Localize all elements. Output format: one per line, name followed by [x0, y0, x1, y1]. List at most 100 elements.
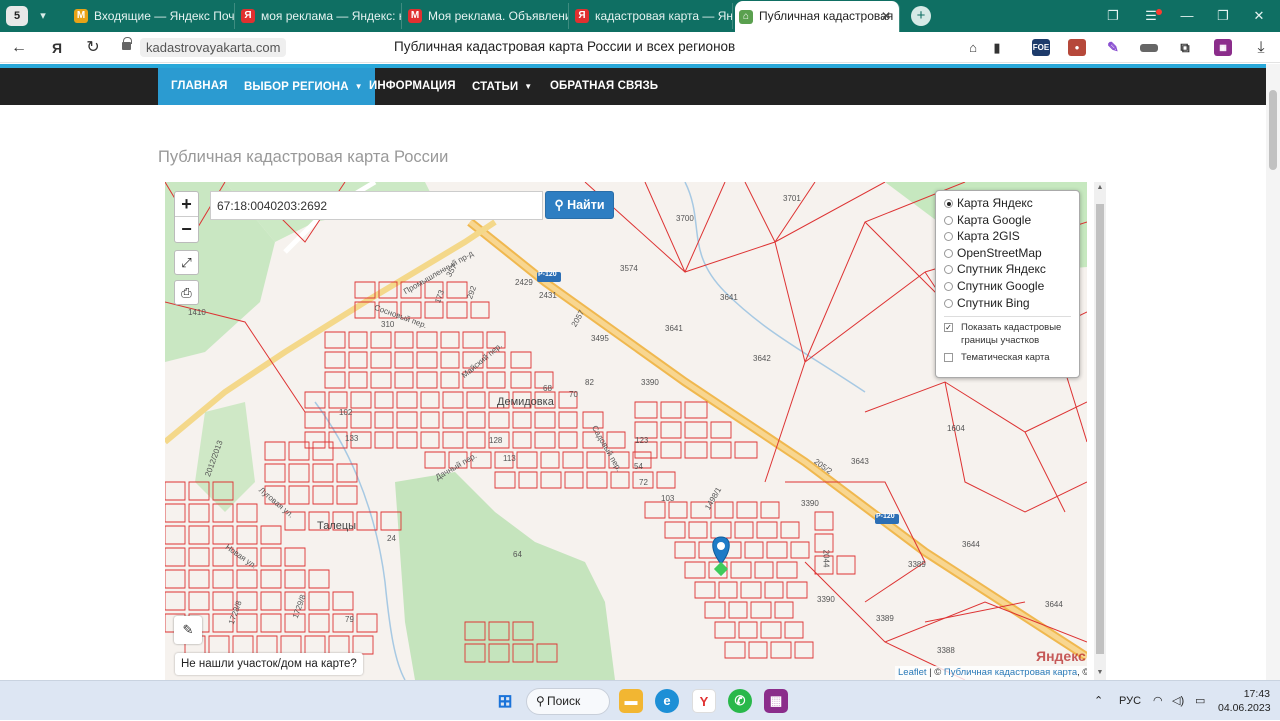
- extension-icon[interactable]: FOE: [1032, 39, 1050, 56]
- mail-favicon-icon: M: [74, 9, 88, 23]
- search-button[interactable]: ⚲ Найти: [545, 191, 614, 219]
- radio[interactable]: [944, 281, 953, 291]
- not-found-link[interactable]: Не нашли участок/дом на карте?: [175, 653, 363, 675]
- parcel-number-label: 3642: [753, 354, 771, 363]
- layer-option-google-satellite[interactable]: Спутник Google: [944, 278, 1071, 295]
- yandex-logo: Яндекс: [1036, 648, 1086, 664]
- map-town-label: Демидовка: [497, 396, 554, 408]
- ruler-icon[interactable]: ✎: [174, 616, 202, 644]
- layer-option-yandex-map[interactable]: Карта Яндекс: [944, 195, 1071, 212]
- parcel-number-label: 3390: [641, 378, 659, 387]
- tab-my-ads[interactable]: М Моя реклама. Объявлени: [404, 3, 569, 29]
- battery-icon[interactable]: ▭: [1195, 681, 1205, 721]
- tab-label: Моя реклама. Объявлени: [428, 9, 569, 23]
- close-tab-icon[interactable]: ✕: [881, 1, 891, 32]
- close-window-button[interactable]: ✕: [1242, 0, 1276, 32]
- nav-region-select[interactable]: Выбор региона ▼: [231, 68, 375, 105]
- scroll-down-icon[interactable]: ▼: [1096, 669, 1104, 676]
- pen-icon[interactable]: ✎: [1104, 39, 1122, 56]
- nav-information[interactable]: Информация: [369, 68, 456, 105]
- parcel-number-label: 64: [513, 550, 522, 559]
- checkbox[interactable]: [944, 353, 953, 363]
- download-icon[interactable]: ⤓: [1250, 37, 1272, 59]
- radio[interactable]: [944, 265, 953, 275]
- nav-home[interactable]: Главная: [158, 68, 241, 105]
- new-tab-button[interactable]: +: [911, 6, 931, 26]
- cadastral-number-input[interactable]: [210, 191, 543, 220]
- layer-switcher: Карта Яндекс Карта Google Карта 2GIS Ope…: [935, 190, 1080, 378]
- radio[interactable]: [944, 215, 953, 225]
- parcel-number-label: 3574: [620, 264, 638, 273]
- extension-icon[interactable]: [1140, 44, 1158, 52]
- yandex-browser-icon[interactable]: Y: [692, 689, 716, 713]
- zoom-out-button[interactable]: −: [175, 217, 198, 242]
- layer-option-bing-satellite[interactable]: Спутник Bing: [944, 295, 1071, 312]
- yandex-home-icon[interactable]: Я: [46, 37, 68, 59]
- archiver-icon[interactable]: ▦: [1214, 39, 1232, 56]
- page-scrollbar[interactable]: [1266, 64, 1280, 680]
- edge-icon[interactable]: e: [655, 689, 679, 713]
- maximize-button[interactable]: ❐: [1206, 0, 1240, 32]
- volume-icon[interactable]: ◁): [1172, 681, 1184, 721]
- taskbar-search[interactable]: ⚲ Поиск: [526, 688, 610, 715]
- cadastral-map[interactable]: Демидовка Талецы Р-120 Р-120 205/2 3700 …: [165, 182, 1087, 680]
- minimize-button[interactable]: —: [1170, 0, 1204, 32]
- site-info-icon[interactable]: ⌂: [962, 37, 984, 59]
- chevron-up-icon[interactable]: ⌃: [1094, 681, 1103, 721]
- back-arrow-icon[interactable]: ←: [8, 37, 30, 59]
- parcel-number-label: 3390: [817, 595, 835, 604]
- file-explorer-icon[interactable]: ▬: [619, 689, 643, 713]
- show-borders-option[interactable]: ✓ Показать кадастровые границы участков: [944, 321, 1071, 347]
- cadastral-map-link[interactable]: Публичная кадастровая карта: [944, 667, 1077, 678]
- windows-taskbar: ⊞ ⚲ Поиск ▬ e Y ✆ ▦ ⌃ РУС ◠ ◁) ▭ 17:43 04…: [0, 680, 1280, 720]
- radio[interactable]: [944, 232, 953, 242]
- bookmark-icon[interactable]: ▮: [986, 37, 1008, 59]
- map-scrollbar[interactable]: ▲ ▼: [1094, 182, 1106, 680]
- winrar-icon[interactable]: ▦: [764, 689, 788, 713]
- url-field[interactable]: kadastrovayakarta.com: [140, 38, 287, 57]
- tab-count-button[interactable]: 5: [6, 6, 28, 26]
- thematic-map-option[interactable]: Тематическая карта: [944, 351, 1071, 364]
- collections-icon[interactable]: ❐: [1096, 0, 1130, 32]
- zoom-in-button[interactable]: +: [175, 192, 198, 217]
- leaflet-link[interactable]: Leaflet: [898, 667, 927, 678]
- tab-mail[interactable]: M Входящие — Яндекс Почт: [70, 3, 235, 29]
- parcel-number-label: 70: [569, 390, 578, 399]
- parcel-number-label: 1410: [188, 308, 206, 317]
- parcel-number-label: 3390: [801, 499, 819, 508]
- tab-cadastral-map[interactable]: ⌂ Публичная кадастровая ✕: [735, 1, 900, 32]
- whatsapp-icon[interactable]: ✆: [728, 689, 752, 713]
- parcel-number-label: 123: [635, 436, 649, 445]
- wifi-icon[interactable]: ◠: [1153, 681, 1163, 721]
- parcel-number-label: 102: [339, 408, 353, 417]
- scroll-up-icon[interactable]: ▲: [1096, 184, 1104, 191]
- nav-articles[interactable]: Статьи ▼: [472, 68, 532, 105]
- layer-option-google-map[interactable]: Карта Google: [944, 212, 1071, 229]
- fullscreen-icon[interactable]: ⤢: [174, 250, 199, 275]
- layer-option-2gis[interactable]: Карта 2GIS: [944, 228, 1071, 245]
- radio-selected[interactable]: [944, 199, 953, 208]
- scrollbar-thumb[interactable]: [1269, 90, 1277, 170]
- tab-cadastral-search[interactable]: Я кадастровая карта — Янд: [571, 3, 733, 29]
- layer-option-osm[interactable]: OpenStreetMap: [944, 245, 1071, 262]
- chevron-down-icon[interactable]: ▾: [33, 6, 53, 26]
- extension-icon[interactable]: ●: [1068, 39, 1086, 56]
- start-icon[interactable]: ⊞: [493, 689, 517, 713]
- layer-option-yandex-satellite[interactable]: Спутник Яндекс: [944, 261, 1071, 278]
- reload-icon[interactable]: ↻: [82, 37, 104, 59]
- menu-icon[interactable]: ☰: [1134, 0, 1168, 32]
- checkbox-checked[interactable]: ✓: [944, 323, 953, 333]
- scrollbar-thumb[interactable]: [1096, 204, 1104, 654]
- section-heading: Публичная кадастровая карта России: [158, 148, 449, 166]
- puzzle-icon[interactable]: ⧉: [1176, 39, 1194, 56]
- clock[interactable]: 17:43 04.06.2023: [1218, 687, 1271, 715]
- language-indicator[interactable]: РУС: [1119, 681, 1141, 721]
- radio[interactable]: [944, 248, 953, 258]
- nav-feedback[interactable]: Обратная связь: [550, 68, 658, 105]
- divider: [944, 316, 1071, 318]
- parcel-number-label: 128: [489, 436, 503, 445]
- radio[interactable]: [944, 298, 953, 308]
- tab-label: моя реклама — Яндекс: н: [261, 9, 402, 23]
- print-icon[interactable]: ⎙: [174, 280, 199, 305]
- tab-yandex-ads[interactable]: Я моя реклама — Яндекс: н: [237, 3, 402, 29]
